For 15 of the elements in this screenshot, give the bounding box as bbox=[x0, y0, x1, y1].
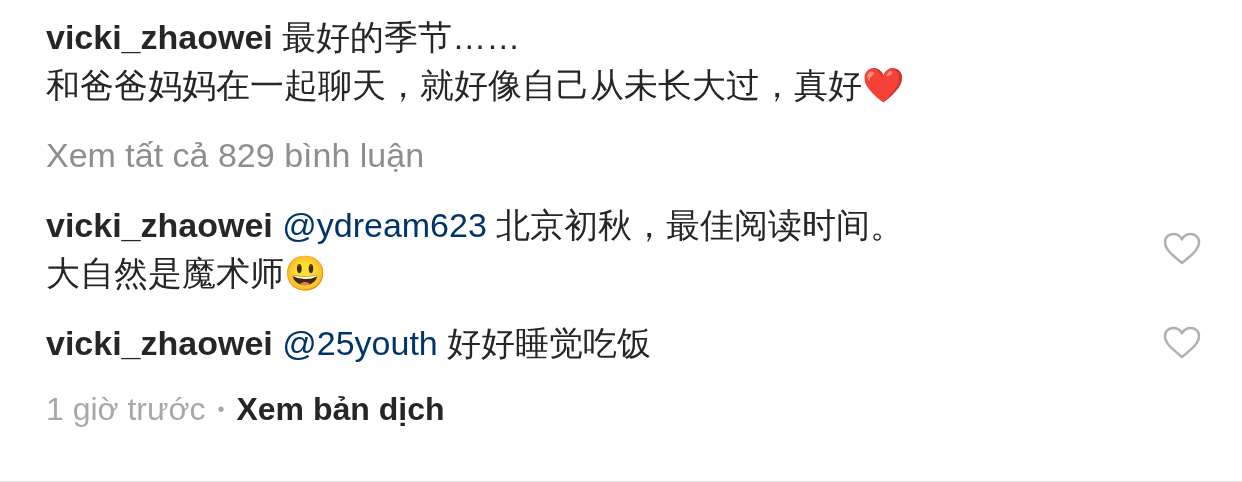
mention-link[interactable]: @ydream623 bbox=[282, 206, 487, 244]
username-link[interactable]: vicki_zhaowei bbox=[46, 206, 273, 244]
comment-text: 大自然是魔术师😃 bbox=[46, 254, 326, 292]
comment-text: 最好的季节…… bbox=[282, 18, 521, 56]
username-link[interactable]: vicki_zhaowei bbox=[46, 324, 273, 362]
translate-link[interactable]: Xem bản dịch bbox=[236, 387, 445, 431]
like-button[interactable] bbox=[1162, 325, 1202, 361]
comment-text: 好好睡觉吃饭 bbox=[447, 324, 652, 362]
timestamp: 1 giờ trước bbox=[46, 390, 206, 429]
mention-link[interactable]: @25youth bbox=[282, 324, 438, 362]
comment-text: 和爸爸妈妈在一起聊天，就好像自己从未长大过，真好❤ bbox=[46, 66, 904, 104]
like-button[interactable] bbox=[1162, 231, 1202, 267]
comment-text: 北京初秋，最佳阅读时间。 bbox=[496, 206, 905, 244]
separator-dot: • bbox=[217, 397, 225, 422]
username-link[interactable]: vicki_zhaowei bbox=[46, 18, 273, 56]
